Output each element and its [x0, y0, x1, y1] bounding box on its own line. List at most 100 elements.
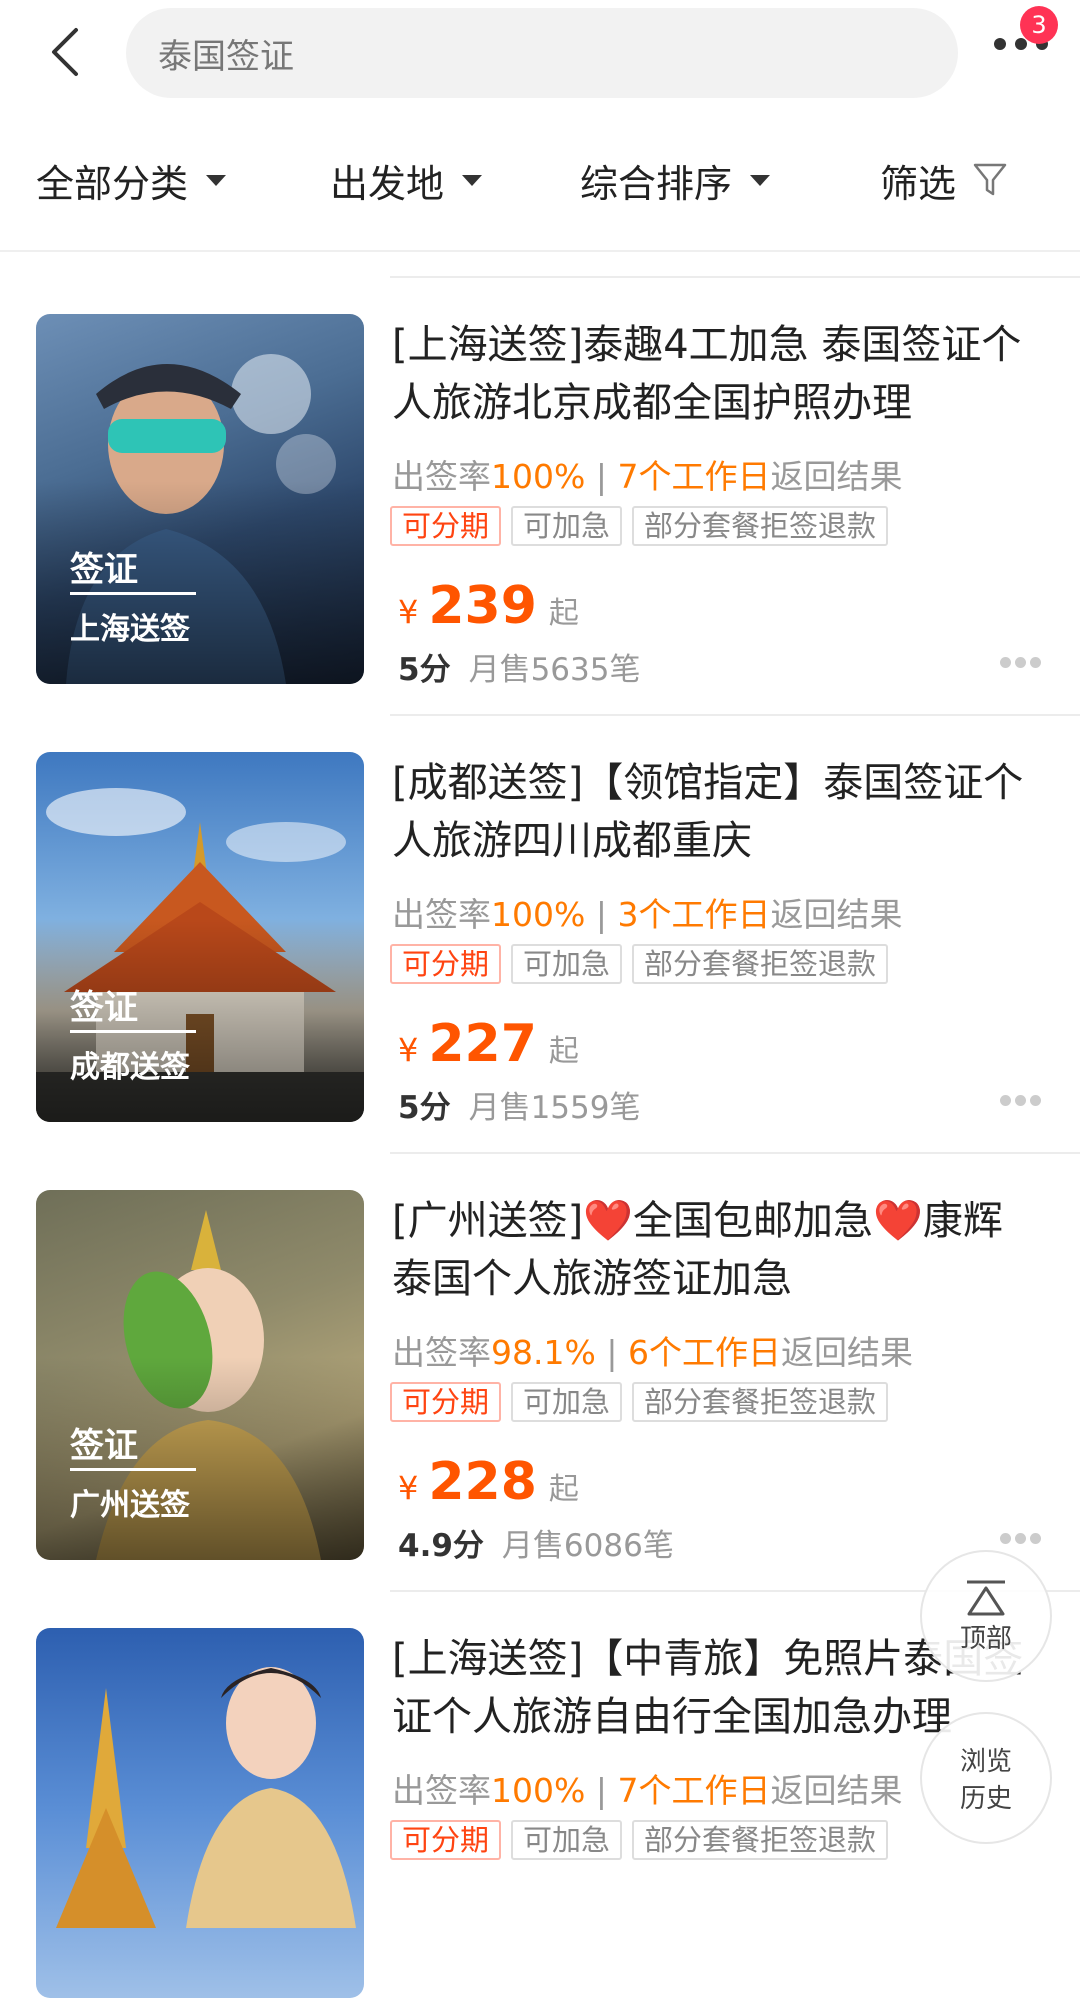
rate-label: 出签率	[392, 457, 491, 496]
more-options-icon[interactable]	[1000, 1095, 1042, 1107]
filter-sort[interactable]: 综合排序	[580, 140, 771, 220]
tag-expedite: 可加急	[511, 944, 623, 984]
visa-rate-line: 出签率100% | 7个工作日返回结果	[392, 1771, 903, 1810]
result-label: 返回结果	[780, 1333, 913, 1372]
rating-score: 4.9分	[398, 1528, 484, 1564]
image-tag-underline	[70, 592, 196, 595]
caret-down-icon	[462, 174, 483, 186]
currency-symbol: ¥	[398, 593, 419, 631]
image-tag: 签证	[70, 988, 138, 1028]
rate-label: 出签率	[392, 1771, 491, 1810]
image-subtag: 成都送签	[70, 1050, 190, 1085]
tag-installment: 可分期	[390, 944, 502, 984]
product-card[interactable]: [上海送签]【中青旅】免照片泰国签证个人旅游自由行全国加急办理 出签率100% …	[0, 1566, 1080, 2004]
filter-sort-label: 综合排序	[580, 161, 733, 206]
product-card[interactable]: 签证 广州送签 [广州送签]❤️全国包邮加急❤️康辉泰国个人旅游签证加急 出签率…	[0, 1128, 1080, 1566]
tag-list: 可分期 可加急 部分套餐拒签退款	[390, 1382, 889, 1422]
tag-refund: 部分套餐拒签退款	[632, 506, 889, 546]
visa-rate-line: 出签率100% | 3个工作日返回结果	[392, 895, 903, 934]
tag-installment: 可分期	[390, 506, 502, 546]
history-label-line2: 历史	[959, 1784, 1012, 1814]
product-title[interactable]: [上海送签]泰趣4工加急 泰国签证个人旅游北京成都全国护照办理	[392, 316, 1042, 432]
price-suffix: 起	[548, 596, 579, 631]
filter-screen-label: 筛选	[880, 161, 957, 206]
notification-badge: 3	[1020, 6, 1058, 44]
monthly-sales: 月售5635笔	[468, 652, 641, 688]
image-subtag: 广州送签	[70, 1488, 190, 1523]
tag-expedite: 可加急	[511, 1820, 623, 1860]
caret-down-icon	[206, 174, 227, 186]
back-icon[interactable]	[44, 22, 92, 82]
price-value: 239	[428, 576, 537, 636]
image-tag: 签证	[70, 550, 138, 590]
tag-list: 可分期 可加急 部分套餐拒签退款	[390, 1820, 889, 1860]
rate-value: 100%	[491, 457, 586, 496]
filter-category[interactable]: 全部分类	[36, 140, 227, 220]
product-image[interactable]: 签证 上海送签	[36, 314, 364, 684]
rate-label: 出签率	[392, 1333, 491, 1372]
product-card[interactable]: 签证 上海送签 [上海送签]泰趣4工加急 泰国签证个人旅游北京成都全国护照办理 …	[0, 252, 1080, 690]
tag-installment: 可分期	[390, 1382, 502, 1422]
processing-days: 3个工作日	[617, 895, 771, 934]
product-title[interactable]: [广州送签]❤️全国包邮加急❤️康辉泰国个人旅游签证加急	[392, 1192, 1042, 1308]
caret-down-icon	[750, 174, 771, 186]
divider	[390, 1152, 1080, 1154]
product-meta: 5分 月售1559笔	[398, 1082, 640, 1127]
tag-refund: 部分套餐拒签退款	[632, 1820, 889, 1860]
rate-value: 100%	[491, 895, 586, 934]
tag-list: 可分期 可加急 部分套餐拒签退款	[390, 944, 889, 984]
rating-score: 5分	[398, 1090, 451, 1126]
price-suffix: 起	[548, 1034, 579, 1069]
product-image[interactable]	[36, 1628, 364, 1998]
tag-installment: 可分期	[390, 1820, 502, 1860]
search-query: 泰国签证	[158, 36, 294, 77]
product-image[interactable]: 签证 广州送签	[36, 1190, 364, 1560]
rate-value: 98.1%	[491, 1333, 596, 1372]
price-value: 228	[428, 1452, 537, 1512]
visa-rate-line: 出签率100% | 7个工作日返回结果	[392, 457, 903, 496]
product-meta: 4.9分 月售6086笔	[398, 1520, 674, 1565]
divider	[390, 276, 1080, 278]
product-meta: 5分 月售5635笔	[398, 644, 640, 689]
price: ¥ 227 起	[398, 1014, 579, 1074]
back-to-top-button[interactable]: 顶部	[920, 1550, 1052, 1682]
rating-score: 5分	[398, 652, 451, 688]
tag-refund: 部分套餐拒签退款	[632, 944, 889, 984]
top-bar: 泰国签证 3	[0, 0, 1080, 104]
more-options-icon[interactable]	[1000, 1533, 1042, 1545]
more-options-icon[interactable]	[1000, 657, 1042, 669]
monthly-sales: 月售6086笔	[501, 1528, 674, 1564]
tag-list: 可分期 可加急 部分套餐拒签退款	[390, 506, 889, 546]
product-title[interactable]: [成都送签]【领馆指定】泰国签证个人旅游四川成都重庆	[392, 754, 1042, 870]
filter-screen[interactable]: 筛选	[880, 140, 1008, 220]
price-suffix: 起	[548, 1472, 579, 1507]
product-card[interactable]: 签证 成都送签 [成都送签]【领馆指定】泰国签证个人旅游四川成都重庆 出签率10…	[0, 690, 1080, 1128]
currency-symbol: ¥	[398, 1031, 419, 1069]
filter-origin[interactable]: 出发地	[330, 140, 483, 220]
product-image[interactable]: 签证 成都送签	[36, 752, 364, 1122]
rate-label: 出签率	[392, 895, 491, 934]
tag-expedite: 可加急	[511, 1382, 623, 1422]
price: ¥ 228 起	[398, 1452, 579, 1512]
funnel-icon	[973, 163, 1007, 196]
history-label-line1: 浏览	[959, 1747, 1012, 1777]
browse-history-button[interactable]: 浏览 历史	[920, 1712, 1052, 1844]
price-value: 227	[428, 1014, 537, 1074]
processing-days: 6个工作日	[627, 1333, 781, 1372]
result-label: 返回结果	[770, 457, 903, 496]
processing-days: 7个工作日	[617, 1771, 771, 1810]
image-tag: 签证	[70, 1426, 138, 1466]
processing-days: 7个工作日	[617, 457, 771, 496]
filter-bar: 全部分类 出发地 综合排序 筛选	[0, 140, 1080, 220]
tag-expedite: 可加急	[511, 506, 623, 546]
result-label: 返回结果	[770, 1771, 903, 1810]
back-to-top-icon	[967, 1580, 1005, 1615]
divider	[390, 714, 1080, 716]
visa-rate-line: 出签率98.1% | 6个工作日返回结果	[392, 1333, 913, 1372]
back-to-top-label: 顶部	[959, 1623, 1012, 1654]
currency-symbol: ¥	[398, 1469, 419, 1507]
search-input[interactable]: 泰国签证	[126, 8, 958, 98]
image-subtag: 上海送签	[70, 612, 190, 647]
image-tag-underline	[70, 1030, 196, 1033]
monthly-sales: 月售1559笔	[468, 1090, 641, 1126]
